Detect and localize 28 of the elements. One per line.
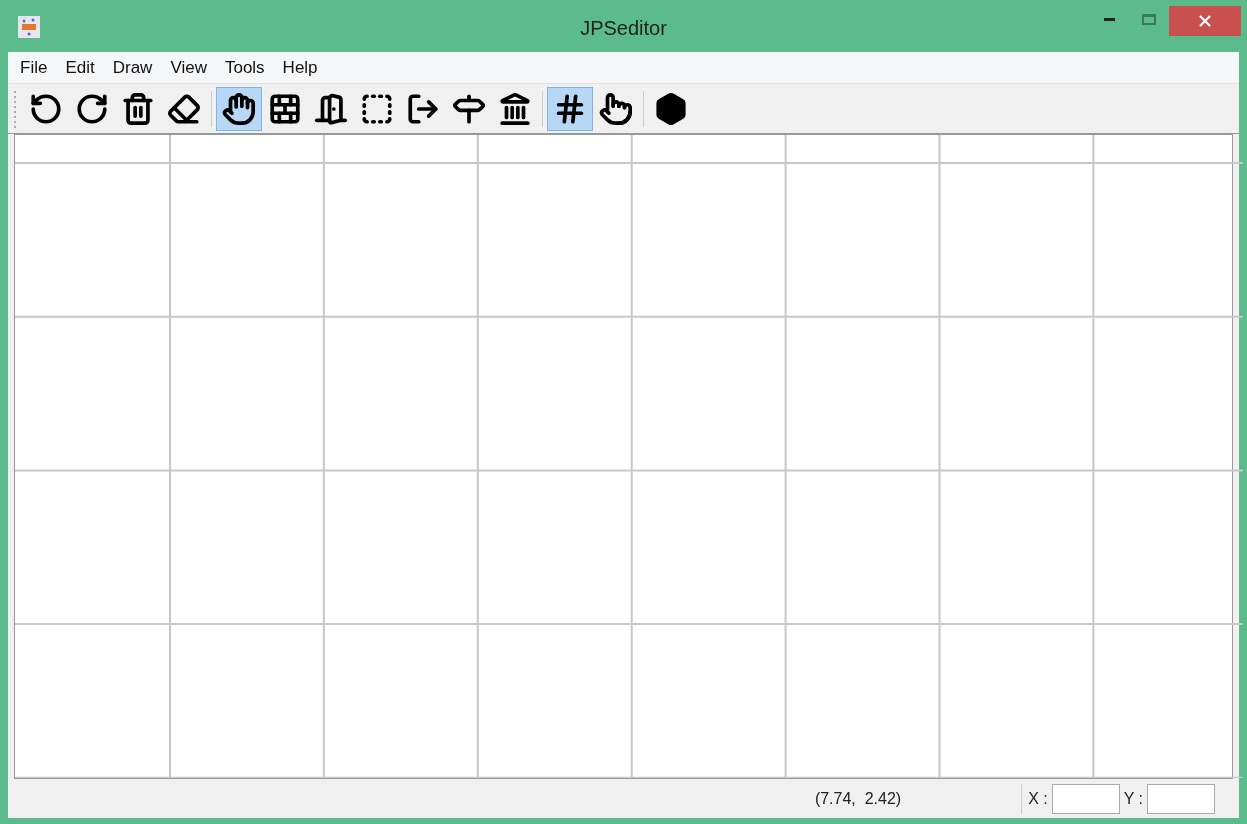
toolbar-grip-icon: [14, 88, 17, 129]
close-button[interactable]: [1169, 6, 1241, 36]
y-label: Y :: [1123, 788, 1143, 809]
x-label: X :: [1028, 788, 1048, 809]
dashed-square-icon: [360, 91, 394, 126]
pointing-hand-icon: [599, 91, 633, 126]
menu-item[interactable]: Edit: [56, 54, 104, 81]
menu-item[interactable]: Tools: [215, 54, 274, 81]
hand-icon: [222, 91, 256, 126]
app-logo-icon: [18, 16, 40, 38]
y-input-field[interactable]: [1147, 783, 1215, 814]
door-icon: [314, 91, 348, 126]
trash-icon: [121, 91, 155, 126]
x-input-field[interactable]: [1051, 783, 1120, 814]
menu-item[interactable]: Draw: [103, 54, 162, 81]
tool-button[interactable]: [547, 86, 593, 131]
landmark-icon: [498, 91, 532, 126]
tool-button[interactable]: [216, 86, 262, 131]
eraser-icon: [167, 91, 201, 126]
brick-wall-icon: [268, 91, 302, 126]
window-title: JPSeditor: [580, 16, 667, 41]
undo-icon: [29, 91, 63, 126]
menu-item[interactable]: File: [11, 54, 57, 81]
menu-item[interactable]: View: [161, 54, 216, 81]
menu-item[interactable]: Help: [273, 54, 327, 81]
cursor-coordinates: (7.74, 2.42): [814, 788, 902, 809]
close-icon: [1199, 15, 1211, 27]
redo-icon: [75, 91, 109, 126]
